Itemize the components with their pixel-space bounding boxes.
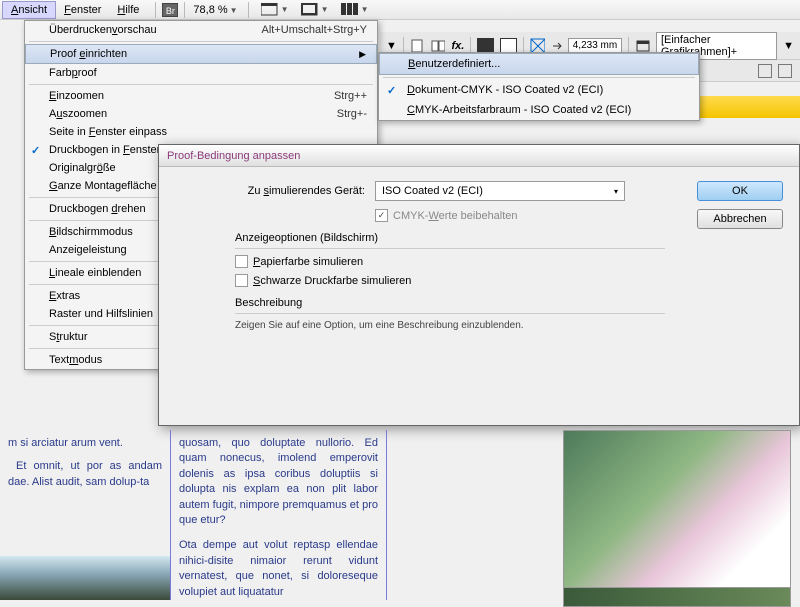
menu-proof-setup[interactable]: Proof einrichten▶: [25, 44, 377, 64]
placed-image[interactable]: [563, 587, 791, 607]
ok-button[interactable]: OK: [697, 181, 783, 201]
dialog-title: Proof-Bedingung anpassen: [159, 145, 799, 167]
preserve-cmyk-checkbox: ✓: [375, 209, 388, 222]
measure-field[interactable]: 4,233 mm: [568, 38, 622, 53]
menu-ansicht[interactable]: Ansicht: [2, 1, 56, 19]
page-icon[interactable]: [410, 39, 425, 53]
menu-fenster[interactable]: Fenster: [56, 2, 109, 18]
simulate-black-label: Schwarze Druckfarbe simulieren: [253, 275, 411, 287]
simulate-black-checkbox[interactable]: [235, 274, 248, 287]
body-text: m si arciatur arum vent.: [8, 436, 162, 451]
submenu-document-cmyk[interactable]: ✓Dokument-CMYK - ISO Coated v2 (ECI): [379, 80, 699, 100]
body-text: Et omnit, ut por as andam dae. Alist aud…: [8, 459, 162, 490]
arrow-icon[interactable]: [551, 40, 562, 52]
description-text: Zeigen Sie auf eine Option, um eine Besc…: [235, 320, 783, 331]
preserve-cmyk-label: CMYK-Werte beibehalten: [393, 210, 518, 222]
preset-icon[interactable]: [635, 39, 650, 53]
cancel-button[interactable]: Abbrechen: [697, 209, 783, 229]
small-tool-2[interactable]: [778, 64, 792, 78]
small-tool-1[interactable]: [758, 64, 772, 78]
device-label: Zu simulierendes Gerät:: [175, 185, 375, 197]
body-text: quosam, quo doluptate nullorio. Ed quam …: [179, 436, 378, 528]
menu-hilfe[interactable]: Hilfe: [109, 2, 147, 18]
device-combo[interactable]: ISO Coated v2 (ECI)▾: [375, 181, 625, 201]
menu-fit-page[interactable]: Seite in Fenster einpass: [25, 123, 377, 141]
fx-icon[interactable]: fx.: [451, 40, 464, 52]
main-menubar: Ansicht Fenster Hilfe Br 78,8 %▼ ▼ ▼ ▼: [0, 0, 800, 20]
submenu-custom[interactable]: Benutzerdefiniert...: [379, 53, 699, 75]
proof-condition-dialog: Proof-Bedingung anpassen Zu simulierende…: [158, 144, 800, 426]
bridge-icon[interactable]: Br: [162, 3, 178, 17]
menu-zoom-in[interactable]: EinzoomenStrg++: [25, 87, 377, 105]
screen-mode-icon[interactable]: ▼: [261, 2, 289, 18]
body-text: Ota dempe aut volut reptasp ellendae nih…: [179, 538, 378, 600]
simulate-paper-checkbox[interactable]: [235, 255, 248, 268]
description-group: Beschreibung: [235, 297, 783, 309]
proof-setup-submenu: Benutzerdefiniert... ✓Dokument-CMYK - IS…: [378, 52, 700, 121]
workspace-icon[interactable]: ▼: [341, 2, 369, 18]
menu-zoom-out[interactable]: AuszoomenStrg+-: [25, 105, 377, 123]
menu-proof-colors[interactable]: Farbproof: [25, 64, 377, 82]
toolbar-dropdown[interactable]: ▼: [386, 40, 397, 52]
simulate-paper-label: Papierfarbe simulieren: [253, 256, 363, 268]
spread-icon[interactable]: [431, 39, 446, 53]
placed-image[interactable]: [563, 430, 791, 595]
display-options-group: Anzeigeoptionen (Bildschirm): [235, 232, 783, 244]
zoom-level[interactable]: 78,8 %▼: [193, 4, 237, 16]
arrange-icon[interactable]: ▼: [301, 2, 329, 18]
placed-image[interactable]: [0, 556, 170, 600]
menu-overprint-preview[interactable]: ÜberdruckenvorschauAlt+Umschalt+Strg+Y: [25, 21, 377, 39]
submenu-working-cmyk[interactable]: CMYK-Arbeitsfarbraum - ISO Coated v2 (EC…: [379, 100, 699, 120]
